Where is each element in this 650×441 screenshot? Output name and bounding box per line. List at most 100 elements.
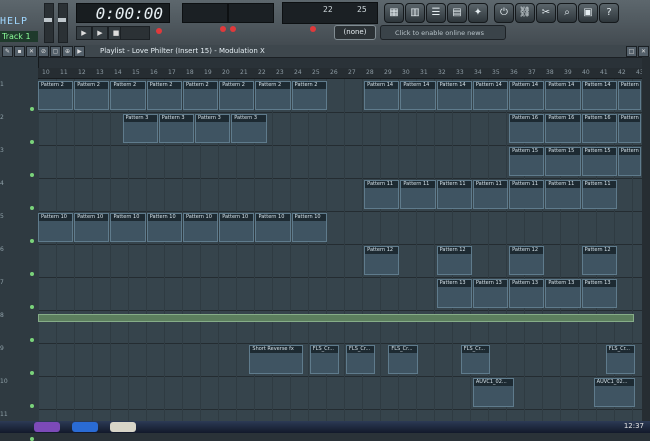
pattern-clip[interactable]: Pattern 3 [231, 114, 267, 143]
pattern-clip[interactable]: Pattern 2 [74, 81, 110, 110]
pattern-clip[interactable]: Pattern 10 [291, 213, 327, 242]
slice-tool-icon[interactable]: ⊘ [38, 46, 49, 57]
playlist-grid[interactable]: Pattern 2 Pattern 2 Pattern 2 Pattern 2 Patt… [38, 79, 642, 421]
bar-ruler[interactable]: 10 11 12 13 14 15 16 17 18 19 20 21 22 23 24 25 26 27 28 29… [38, 68, 650, 79]
pattern-clip[interactable]: Pattern 15 [545, 147, 581, 176]
pattern-clip[interactable]: Pattern 13 [436, 279, 472, 308]
time-display[interactable]: 0:00:00 [76, 3, 170, 23]
pencil-tool-icon[interactable]: ✎ [2, 46, 13, 57]
pattern-clip[interactable]: Pattern 10 [146, 213, 182, 242]
pattern-clip[interactable]: Pattern 2 [219, 81, 255, 110]
close-icon[interactable]: ✕ [638, 46, 649, 57]
pattern-clip[interactable]: Pattern 11 [436, 180, 472, 209]
select-tool-icon[interactable]: ▢ [50, 46, 61, 57]
search-icon[interactable]: ⌕ [557, 3, 577, 23]
pattern-clip[interactable]: FLS_Cr... [460, 345, 490, 374]
track-number[interactable]: 2 [0, 114, 4, 121]
pattern-clip[interactable]: Pattern 10 [74, 213, 110, 242]
pattern-clip[interactable]: Pattern 2 [182, 81, 219, 110]
pattern-clip[interactable]: Pattern 2 [110, 81, 146, 110]
track-enable-icon[interactable] [30, 239, 34, 243]
pattern-clip[interactable]: Pattern 10 [38, 213, 74, 242]
pattern-clip[interactable]: Pattern 10 [219, 213, 255, 242]
playback-tool-icon[interactable]: ▶ [74, 46, 85, 57]
track-enable-icon[interactable] [30, 107, 34, 111]
pattern-clip[interactable]: Pattern 14 [509, 81, 545, 110]
pattern-clip[interactable]: Pattern 13 [509, 279, 545, 308]
pattern-clip[interactable]: Pattern 3 [195, 114, 231, 143]
track-number[interactable]: 9 [0, 345, 4, 352]
automation-clip[interactable] [38, 314, 634, 322]
mixer-icon[interactable]: ▥ [405, 3, 425, 23]
track-enable-icon[interactable] [30, 404, 34, 408]
pattern-clip[interactable]: FLS_Cr... [388, 345, 418, 374]
pattern-clip[interactable]: AUVC1_02... [593, 378, 635, 407]
pattern-clip[interactable]: Pattern 16 [545, 114, 581, 143]
pattern-clip[interactable]: Pattern 10 [255, 213, 291, 242]
pattern-clip[interactable]: Pattern [617, 147, 641, 176]
track-number[interactable]: 11 [0, 411, 8, 418]
pattern-clip[interactable]: Pattern 11 [509, 180, 545, 209]
track-enable-icon[interactable] [30, 272, 34, 276]
track-number[interactable]: 1 [0, 81, 4, 88]
help-icon[interactable]: ? [599, 3, 619, 23]
pattern-clip[interactable]: Pattern [617, 114, 641, 143]
maximize-icon[interactable]: □ [626, 46, 637, 57]
taskbar-app-button[interactable] [34, 422, 60, 432]
pattern-clip[interactable]: Pattern 14 [364, 81, 400, 110]
vertical-scrollbar[interactable] [642, 57, 650, 421]
pattern-clip[interactable]: Pattern 12 [581, 246, 617, 275]
tempo-display[interactable] [182, 3, 228, 23]
track-enable-icon[interactable] [30, 206, 34, 210]
pattern-clip[interactable]: Pattern 16 [509, 114, 545, 143]
pattern-clip[interactable]: Pattern 12 [436, 246, 472, 275]
pattern-clip[interactable]: Pattern [617, 81, 641, 110]
pattern-clip[interactable]: FLS_Cr... [605, 345, 635, 374]
pattern-selector[interactable] [120, 26, 150, 40]
paint-tool-icon[interactable]: ▪ [14, 46, 25, 57]
link-icon[interactable]: ⛓ [515, 3, 535, 23]
piano-roll-icon[interactable]: ▦ [384, 3, 404, 23]
pattern-clip[interactable]: Pattern 10 [182, 213, 219, 242]
pattern-clip[interactable]: Pattern 14 [472, 81, 509, 110]
track-enable-icon[interactable] [30, 173, 34, 177]
pattern-song-toggle[interactable]: ▶ [76, 26, 92, 40]
pattern-clip[interactable]: FLS_Cr... [346, 345, 376, 374]
clipboard-icon[interactable]: ▣ [578, 3, 598, 23]
pattern-clip[interactable]: Pattern 13 [581, 279, 617, 308]
pattern-clip[interactable]: Pattern 11 [472, 180, 509, 209]
delete-tool-icon[interactable]: ✕ [26, 46, 37, 57]
power-icon[interactable]: ⏻ [494, 3, 514, 23]
pattern-clip[interactable]: Pattern 11 [545, 180, 581, 209]
pattern-clip[interactable]: Pattern 3 [158, 114, 195, 143]
pattern-clip[interactable]: Pattern 15 [581, 147, 617, 176]
pattern-clip[interactable]: Pattern 12 [364, 246, 400, 275]
track-number[interactable]: 6 [0, 246, 4, 253]
plugin-icon[interactable]: ✦ [468, 3, 488, 23]
track-number[interactable]: 4 [0, 180, 4, 187]
zoom-tool-icon[interactable]: ⊕ [62, 46, 73, 57]
pattern-clip[interactable]: Pattern 11 [364, 180, 400, 209]
mixer-preset-select[interactable]: (none) [334, 25, 376, 40]
pattern-clip[interactable]: AUVC1_02... [472, 378, 515, 407]
pattern-clip[interactable]: Pattern 12 [509, 246, 545, 275]
pattern-clip[interactable]: Pattern 14 [581, 81, 617, 110]
pattern-clip[interactable]: Short Reverse fx [249, 345, 303, 374]
pattern-clip[interactable]: Pattern 10 [110, 213, 146, 242]
pattern-clip[interactable]: Pattern 2 [38, 81, 74, 110]
pattern-clip[interactable]: Pattern 14 [400, 81, 436, 110]
pattern-clip[interactable]: Pattern 2 [255, 81, 291, 110]
pattern-clip[interactable]: Pattern 14 [545, 81, 581, 110]
pattern-clip[interactable]: Pattern 2 [291, 81, 327, 110]
track-enable-icon[interactable] [30, 437, 34, 441]
pattern-clip[interactable]: Pattern 11 [581, 180, 617, 209]
track-number[interactable]: 7 [0, 279, 4, 286]
taskbar-app-button[interactable] [110, 422, 136, 432]
snap-display[interactable] [228, 3, 274, 23]
track-enable-icon[interactable] [30, 338, 34, 342]
taskbar-app-button[interactable] [72, 422, 98, 432]
track-number[interactable]: 10 [0, 378, 8, 385]
pattern-clip[interactable]: FLS_Cr... [309, 345, 339, 374]
track-indicator[interactable]: Track 1 [0, 31, 38, 42]
track-enable-icon[interactable] [30, 371, 34, 375]
